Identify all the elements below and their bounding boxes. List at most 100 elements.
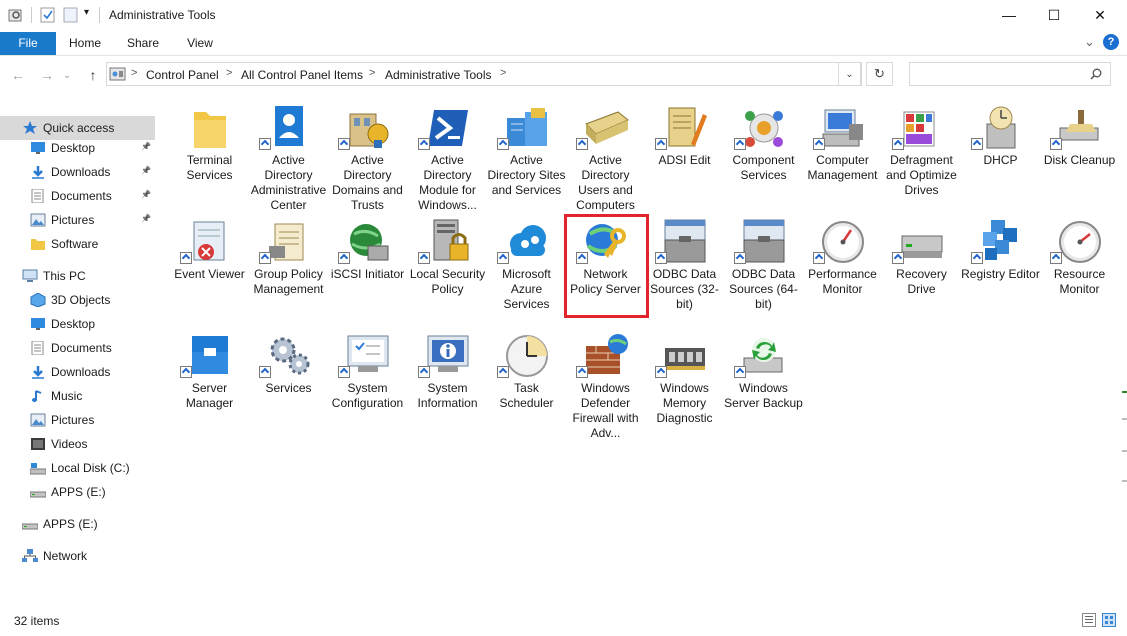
- address-history-dropdown[interactable]: ⌄: [838, 62, 861, 86]
- checkbox-quick-icon[interactable]: [40, 7, 56, 23]
- sidebar-item-desktop[interactable]: Desktop 📌: [0, 136, 155, 160]
- refresh-button[interactable]: ↻: [866, 62, 893, 86]
- breadcrumb-administrative-tools[interactable]: Administrative Tools: [385, 68, 492, 82]
- tool-iscsi-initiator[interactable]: iSCSI Initiator: [328, 210, 407, 324]
- sidebar-item-music[interactable]: Music: [0, 384, 155, 408]
- tool-registry-editor[interactable]: Registry Editor: [961, 210, 1040, 324]
- minimize-button[interactable]: —: [986, 0, 1032, 30]
- music-icon: [30, 389, 46, 403]
- tool-system-configuration[interactable]: System Configuration: [328, 324, 407, 438]
- sidebar-item-this-pc[interactable]: This PC: [0, 264, 155, 288]
- sidebar-item-local-disk-c[interactable]: Local Disk (C:): [0, 456, 155, 480]
- status-item-count: 32 items: [14, 614, 60, 628]
- tool-event-viewer[interactable]: Event Viewer: [170, 210, 249, 324]
- tool-terminal-services[interactable]: Terminal Services: [170, 96, 249, 210]
- tool-windows-server-backup[interactable]: Windows Server Backup: [724, 324, 803, 438]
- sidebar-item-label: Software: [51, 237, 99, 251]
- sidebar-item-videos[interactable]: Videos: [0, 432, 155, 456]
- tool-group-policy-management[interactable]: Group Policy Management: [249, 210, 328, 324]
- recent-locations-button[interactable]: ⌄: [61, 65, 73, 85]
- tool-adsi-edit[interactable]: ADSI Edit: [645, 96, 724, 210]
- expand-ribbon-icon[interactable]: ⌄: [1084, 34, 1095, 50]
- sidebar-item-3d-objects[interactable]: 3D Objects: [0, 288, 155, 312]
- address-bar[interactable]: > Control Panel > All Control Panel Item…: [106, 62, 862, 86]
- sidebar-item-software[interactable]: Software: [0, 232, 155, 256]
- tool-active-directory-administrative-center[interactable]: Active Directory Administrative Center: [249, 96, 328, 212]
- tool-computer-management[interactable]: Computer Management: [803, 96, 882, 210]
- tool-resource-monitor[interactable]: Resource Monitor: [1040, 210, 1119, 324]
- close-button[interactable]: ✕: [1077, 0, 1123, 30]
- tool-performance-monitor[interactable]: Performance Monitor: [803, 210, 882, 324]
- highlight-box: [564, 214, 649, 318]
- tool-windows-defender-firewall-with-adv[interactable]: Windows Defender Firewall with Adv...: [566, 324, 645, 440]
- tool-active-directory-users-and-computers[interactable]: Active Directory Users and Computers: [566, 96, 645, 212]
- sidebar-item-downloads[interactable]: Downloads 📌: [0, 160, 155, 184]
- breadcrumb-separator-icon[interactable]: >: [131, 67, 137, 79]
- tool-odbc-data-sources-64-bit[interactable]: ODBC Data Sources (64-bit): [724, 210, 803, 324]
- up-button[interactable]: ↑: [83, 65, 103, 85]
- sidebar-item-network[interactable]: Network: [0, 544, 155, 568]
- help-icon[interactable]: ?: [1103, 34, 1119, 50]
- server-backup-icon: [740, 332, 788, 380]
- server-manager-icon: [186, 332, 234, 380]
- shortcut-arrow-icon: [259, 252, 271, 264]
- tool-defragment-and-optimize-drives[interactable]: Defragment and Optimize Drives: [882, 96, 961, 210]
- tool-system-information[interactable]: System Information: [408, 324, 487, 438]
- sidebar-item-desktop[interactable]: Desktop: [0, 312, 155, 336]
- shortcut-arrow-icon: [338, 138, 350, 150]
- sidebar-item-pictures[interactable]: Pictures: [0, 408, 155, 432]
- tool-recovery-drive[interactable]: Recovery Drive: [882, 210, 961, 324]
- maximize-button[interactable]: ☐: [1031, 0, 1077, 30]
- sidebar-item-label: Quick access: [43, 121, 115, 135]
- tool-local-security-policy[interactable]: Local Security Policy: [408, 210, 487, 324]
- tool-component-services[interactable]: Component Services: [724, 96, 803, 210]
- tool-windows-memory-diagnostic[interactable]: Windows Memory Diagnostic: [645, 324, 724, 438]
- shortcut-arrow-icon: [338, 252, 350, 264]
- search-icon: [1090, 68, 1102, 80]
- breadcrumb-separator-icon[interactable]: >: [226, 67, 232, 79]
- breadcrumb-separator-icon[interactable]: >: [369, 67, 375, 79]
- customize-toolbar-icon[interactable]: ▾: [84, 7, 89, 18]
- forward-button[interactable]: →: [37, 65, 57, 85]
- tool-services[interactable]: Services: [249, 324, 328, 438]
- tool-active-directory-module-for-windows[interactable]: Active Directory Module for Windows...: [408, 96, 487, 212]
- tool-microsoft-azure-services[interactable]: Microsoft Azure Services: [487, 210, 566, 324]
- tool-label: Performance Monitor: [808, 267, 877, 296]
- tool-label: Server Manager: [185, 381, 234, 410]
- breadcrumb-separator-icon[interactable]: >: [500, 67, 506, 79]
- tool-disk-cleanup[interactable]: Disk Cleanup: [1040, 96, 1119, 210]
- tool-label: ODBC Data Sources (32-bit): [650, 267, 719, 311]
- sidebar-item-label: Music: [51, 389, 83, 403]
- sidebar-item-downloads[interactable]: Downloads: [0, 360, 155, 384]
- tab-home[interactable]: Home: [62, 32, 108, 55]
- navigation-pane: Quick access Desktop 📌 Downloads 📌 Documents 📌…: [0, 108, 157, 608]
- details-view-icon[interactable]: [1082, 613, 1096, 627]
- breadcrumb-control-panel[interactable]: Control Panel: [146, 68, 219, 82]
- new-folder-quick-icon[interactable]: [63, 7, 79, 23]
- downloads-icon: [30, 165, 46, 179]
- back-button[interactable]: ←: [8, 65, 28, 85]
- sidebar-item-documents[interactable]: Documents: [0, 336, 155, 360]
- large-icons-view-icon[interactable]: [1102, 613, 1116, 627]
- shortcut-arrow-icon: [418, 138, 430, 150]
- tool-active-directory-domains-and-trusts[interactable]: Active Directory Domains and Trusts: [328, 96, 407, 212]
- breadcrumb-all-items[interactable]: All Control Panel Items: [241, 68, 363, 82]
- tool-server-manager[interactable]: Server Manager: [170, 324, 249, 438]
- tool-label: Windows Memory Diagnostic: [656, 381, 713, 425]
- tab-share[interactable]: Share: [120, 32, 166, 55]
- tool-active-directory-sites-and-services[interactable]: Active Directory Sites and Services: [487, 96, 566, 210]
- sidebar-item-label: Downloads: [51, 165, 111, 179]
- sidebar-item-apps-e[interactable]: APPS (E:): [0, 480, 155, 504]
- tab-file[interactable]: File: [0, 32, 56, 55]
- tool-label: Task Scheduler: [499, 381, 554, 410]
- tool-task-scheduler[interactable]: Task Scheduler: [487, 324, 566, 438]
- powershell-icon: [424, 104, 472, 152]
- properties-icon[interactable]: [8, 7, 24, 23]
- sidebar-item-documents[interactable]: Documents 📌: [0, 184, 155, 208]
- tab-view[interactable]: View: [178, 32, 222, 55]
- sidebar-item-apps-e[interactable]: APPS (E:): [0, 512, 155, 536]
- tool-dhcp[interactable]: DHCP: [961, 96, 1040, 210]
- search-input[interactable]: [909, 62, 1111, 86]
- tool-odbc-data-sources-32-bit[interactable]: ODBC Data Sources (32-bit): [645, 210, 724, 324]
- sidebar-item-pictures[interactable]: Pictures 📌: [0, 208, 155, 232]
